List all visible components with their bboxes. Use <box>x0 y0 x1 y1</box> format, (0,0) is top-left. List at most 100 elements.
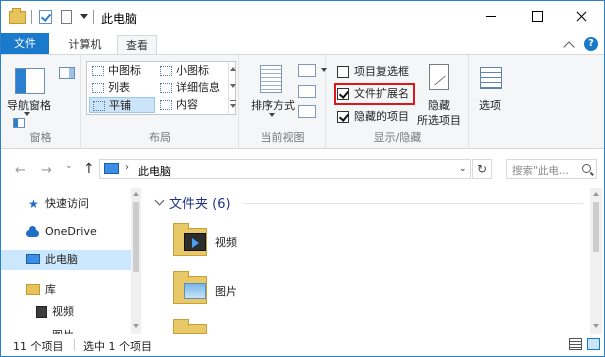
refresh-icon[interactable]: ↻ <box>472 159 492 179</box>
video-icon <box>36 306 47 318</box>
folder-item-label[interactable]: 图片 <box>215 283 237 299</box>
explorer-window: 此电脑 文件 计算机 查看 ? 导航窗格 窗格 中图标 小图标 列表 详细信息 … <box>0 0 605 357</box>
navigation-pane-icon[interactable] <box>15 68 45 94</box>
layout-item-label: 列表 <box>108 81 130 94</box>
sort-by-icon[interactable] <box>260 65 282 93</box>
size-columns-icon[interactable] <box>298 105 316 118</box>
maximize-button[interactable] <box>514 1 559 31</box>
back-arrow-icon[interactable]: ← <box>15 163 26 178</box>
sidebar-item-quick-access[interactable]: ★ 快速访问 <box>1 194 131 214</box>
forward-arrow-icon[interactable]: → <box>41 163 52 178</box>
folder-icon[interactable] <box>173 319 207 334</box>
new-folder-icon[interactable] <box>61 10 72 24</box>
layout-medium-icons[interactable]: 中图标 <box>89 63 155 79</box>
medium-icons-icon <box>92 66 104 76</box>
folder-icon <box>9 8 26 24</box>
sidebar-item-videos[interactable]: 视频 <box>1 302 131 322</box>
navigation-pane: ★ 快速访问 OneDrive 此电脑 库 视频 图片 <box>1 188 143 334</box>
collapse-ribbon-chevron-icon[interactable] <box>563 41 575 53</box>
minimize-button[interactable] <box>469 1 514 31</box>
layout-details[interactable]: 详细信息 <box>157 80 227 96</box>
toolbar-divider <box>31 10 32 24</box>
close-button[interactable] <box>559 1 604 31</box>
title-bar: 此电脑 <box>1 1 604 33</box>
layout-item-label: 中图标 <box>108 64 141 77</box>
expand-gallery-icon[interactable] <box>230 104 236 108</box>
scrollbar-thumb[interactable] <box>593 202 599 252</box>
sort-by-button[interactable]: 排序方式 <box>251 97 295 113</box>
layout-gallery-scroll[interactable] <box>228 62 236 114</box>
hidden-items-option[interactable]: 隐藏的项目 <box>337 109 409 125</box>
options-icon[interactable] <box>480 67 502 89</box>
toolbar-divider <box>93 10 94 24</box>
checkbox[interactable] <box>337 66 349 78</box>
scrollbar-thumb[interactable] <box>133 202 139 272</box>
group-label: 显示/隐藏 <box>373 131 422 144</box>
library-icon <box>26 284 40 295</box>
collapse-section-chevron-icon[interactable] <box>154 195 165 206</box>
picture-folder-icon[interactable] <box>173 271 207 304</box>
content-area: 文件夹 (6) 视频 图片 <box>143 188 604 334</box>
navigation-scrollbar[interactable] <box>131 188 141 334</box>
section-header-folders[interactable]: 文件夹 (6) <box>169 193 231 212</box>
checkbox-label: 隐藏的项目 <box>354 110 409 123</box>
recent-locations-chevron-icon[interactable]: ⌄ <box>65 161 73 171</box>
group-by-icon[interactable] <box>298 64 327 77</box>
customize-toolbar-chevron-icon[interactable] <box>80 14 88 19</box>
layout-small-icons[interactable]: 小图标 <box>157 63 227 79</box>
checkbox[interactable] <box>337 111 349 123</box>
group-label: 当前视图 <box>260 131 305 144</box>
properties-check-icon[interactable] <box>39 10 52 24</box>
sidebar-item-onedrive[interactable]: OneDrive <box>1 222 131 242</box>
cloud-icon <box>26 226 39 237</box>
search-icon[interactable] <box>582 164 591 173</box>
add-columns-icon[interactable] <box>298 85 316 98</box>
sidebar-item-libraries[interactable]: 库 <box>1 280 131 300</box>
options-button[interactable]: 选项 <box>479 97 501 113</box>
folder-item-label[interactable]: 视频 <box>215 234 237 250</box>
hide-selected-sub-label[interactable]: 所选项目 <box>417 112 461 128</box>
sidebar-item-this-pc[interactable]: 此电脑 <box>1 250 131 270</box>
status-divider <box>74 339 75 351</box>
scroll-up-icon[interactable] <box>593 192 599 196</box>
search-input[interactable]: 搜索"此电... <box>506 159 597 179</box>
scroll-down-icon[interactable] <box>593 324 599 328</box>
details-view-icon[interactable] <box>569 338 582 350</box>
address-dropdown-icon[interactable]: ⌄ <box>459 164 467 174</box>
pc-icon <box>26 254 40 264</box>
tab-file[interactable]: 文件 <box>1 33 49 55</box>
breadcrumb[interactable]: 此电脑 <box>138 163 171 179</box>
scroll-up-icon[interactable] <box>230 67 236 71</box>
tab-computer[interactable]: 计算机 <box>57 35 113 55</box>
item-checkboxes-option[interactable]: 项目复选框 <box>337 64 409 80</box>
layout-tiles[interactable]: 平铺 <box>89 97 155 113</box>
large-icons-view-icon[interactable] <box>587 338 600 350</box>
help-icon[interactable]: ? <box>584 37 598 51</box>
layout-content[interactable]: 内容 <box>157 97 227 113</box>
content-scrollbar[interactable] <box>590 188 602 334</box>
preview-pane-icon[interactable] <box>59 67 75 79</box>
address-bar[interactable]: › 此电脑 ⌄ <box>99 159 471 179</box>
photo-icon <box>184 283 206 299</box>
details-pane-icon[interactable] <box>13 118 25 128</box>
chevron-down-icon[interactable] <box>269 113 275 117</box>
scroll-up-icon[interactable] <box>133 192 139 196</box>
star-icon: ★ <box>28 197 39 211</box>
hide-selected-icon[interactable] <box>429 64 449 90</box>
layout-group: 中图标 小图标 列表 详细信息 平铺 内容 布局 <box>82 55 239 148</box>
chevron-down-icon[interactable] <box>24 112 30 116</box>
sidebar-item-label: 此电脑 <box>45 253 78 266</box>
hide-selected-button[interactable]: 隐藏 <box>428 97 450 113</box>
video-folder-icon[interactable] <box>173 223 207 256</box>
breadcrumb-chevron-icon[interactable]: › <box>125 162 129 173</box>
scroll-down-icon[interactable] <box>230 84 236 88</box>
scroll-down-icon[interactable] <box>133 324 139 328</box>
navigation-pane-button[interactable]: 导航窗格 <box>7 97 51 113</box>
layout-list[interactable]: 列表 <box>89 80 155 96</box>
sidebar-item-pictures[interactable]: 图片 <box>52 327 74 334</box>
checkbox-label: 项目复选框 <box>354 65 409 78</box>
layout-item-label: 内容 <box>176 98 198 111</box>
small-icons-icon <box>160 66 172 76</box>
tab-view[interactable]: 查看 <box>117 35 157 55</box>
up-arrow-icon[interactable]: ↑ <box>83 161 95 177</box>
